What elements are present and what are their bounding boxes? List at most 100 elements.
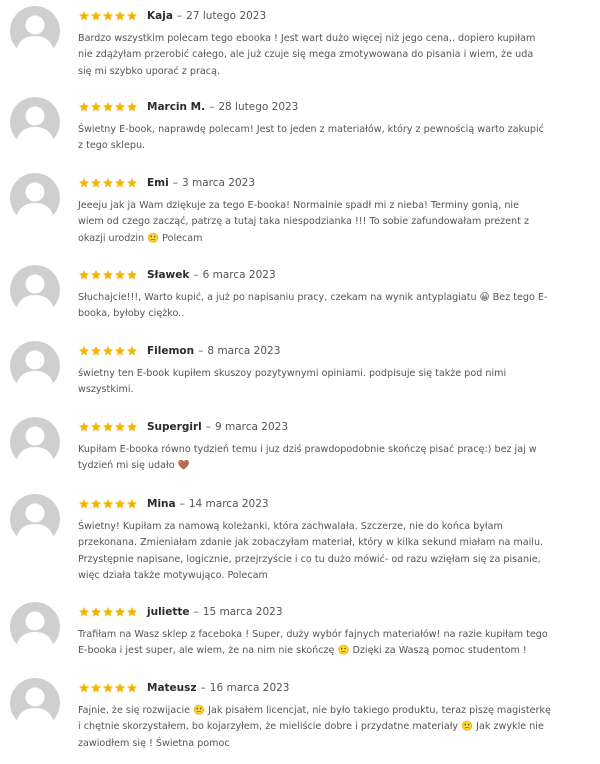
review-date: 14 marca 2023 [188, 498, 269, 510]
star-rating [78, 421, 138, 433]
review-meta: Filemon – 8 marca 2023 [78, 343, 280, 359]
star-icon [127, 499, 137, 509]
star-icon [115, 102, 125, 112]
avatar-placeholder-icon [10, 602, 60, 652]
review-text-line: tydzień mi się udało 🤎 [78, 460, 190, 472]
review-date: 28 lutego 2023 [218, 101, 299, 113]
review-author: Emi [147, 177, 169, 189]
review-meta: Supergirl – 9 marca 2023 [78, 419, 288, 435]
star-icon [127, 178, 137, 188]
star-icon [91, 102, 101, 112]
star-icon [115, 178, 125, 188]
star-icon [91, 422, 101, 432]
meta-separator: – [200, 682, 206, 694]
review-text-line: Świetny! Kupiłam za namową koleżanki, kt… [78, 521, 503, 532]
star-icon [103, 499, 113, 509]
review-text: Trafiłam na Wasz sklep z faceboka ! Supe… [78, 627, 578, 660]
review-text: świetny ten E-book kupiłem skuszoy pozyt… [78, 366, 578, 399]
star-icon [79, 499, 89, 509]
star-rating [78, 10, 138, 22]
review-author: Filemon [147, 345, 195, 357]
star-icon [79, 346, 89, 356]
star-icon [79, 683, 89, 693]
star-icon [103, 683, 113, 693]
star-icon [79, 270, 89, 280]
star-icon [127, 346, 137, 356]
star-icon [115, 499, 125, 509]
star-icon [115, 346, 125, 356]
review-text-line: wiem od czego zacząć, patrzę a tutaj tak… [78, 216, 529, 228]
review-date: 15 marca 2023 [202, 606, 283, 618]
avatar-placeholder-icon [10, 341, 60, 391]
review-author: Mateusz [147, 682, 197, 694]
meta-separator: – [205, 421, 211, 433]
star-icon [103, 346, 113, 356]
star-rating [78, 345, 138, 357]
star-icon [91, 178, 101, 188]
review-text-line: więc działa także motywująco. Polecam [78, 569, 268, 581]
star-icon [91, 499, 101, 509]
meta-separator: – [193, 269, 199, 281]
review-text-line: booka, byłoby ciężko.. [78, 308, 185, 320]
review-text-line: się mi szybko uporać z pracą. [78, 65, 220, 77]
meta-separator: – [179, 498, 185, 510]
star-rating [78, 606, 138, 618]
star-icon [127, 607, 137, 617]
star-icon [91, 607, 101, 617]
review-date: 9 marca 2023 [215, 421, 289, 433]
avatar-placeholder-icon [10, 265, 60, 315]
avatar-placeholder-icon [10, 173, 60, 223]
review-meta: Marcin M. – 28 lutego 2023 [78, 99, 298, 115]
meta-separator: – [176, 10, 183, 22]
star-icon [103, 422, 113, 432]
star-rating [78, 498, 138, 510]
star-icon [79, 11, 89, 21]
star-rating [78, 682, 138, 694]
review-text: Kupiłam E-booka równo tydzień temu i juz… [78, 442, 578, 475]
review-text: Bardzo wszystkim polecam tego ebooka ! J… [78, 31, 578, 80]
star-icon [127, 11, 137, 21]
review-text-line: nie zdążyłam przerobić całego, ale już c… [78, 49, 534, 61]
star-icon [127, 270, 137, 280]
star-icon [91, 270, 101, 280]
review-text: Słuchajcie!!!, Warto kupić, a już po nap… [78, 290, 578, 323]
review-author: Sławek [147, 269, 190, 281]
review-text-line: Trafiłam na Wasz sklep z faceboka ! Supe… [78, 629, 548, 640]
review-text-line: Jeeeju jak ja Wam dziękuje za tego E-boo… [78, 200, 519, 211]
star-icon [115, 607, 125, 617]
star-icon [103, 102, 113, 112]
star-icon [103, 607, 113, 617]
review-text-line: wszystkimi. [78, 384, 134, 396]
review-text: Jeeeju jak ja Wam dziękuje za tego E-boo… [78, 198, 578, 247]
avatar-placeholder-icon [10, 417, 60, 467]
star-icon [79, 178, 89, 188]
meta-separator: – [198, 345, 204, 357]
star-icon [79, 102, 89, 112]
star-icon [127, 683, 137, 693]
review-text-line: Fajnie, że się rozwijacie 🙂 Jak pisałem … [78, 705, 551, 716]
reviews-list: Kaja – 27 lutego 2023 Bardzo wszystkim p… [0, 0, 600, 764]
star-icon [115, 422, 125, 432]
review-text-line: Słuchajcie!!!, Warto kupić, a już po nap… [78, 292, 548, 303]
star-icon [91, 346, 101, 356]
review-author: Kaja [147, 10, 173, 22]
review-author: Supergirl [147, 421, 202, 433]
star-icon [115, 270, 125, 280]
review-author: Mina [147, 498, 176, 510]
review-date: 3 marca 2023 [181, 177, 256, 189]
star-icon [103, 11, 113, 21]
review-text: Świetny E-book, naprawdę polecam! Jest t… [78, 122, 578, 155]
meta-separator: – [193, 606, 199, 618]
review-author: Marcin M. [147, 101, 206, 113]
review-text-line: zawiodłem się ! Świetna pomoc [78, 737, 230, 749]
star-icon [79, 607, 89, 617]
review-date: 6 marca 2023 [202, 269, 276, 281]
star-icon [127, 102, 137, 112]
review-text: Fajnie, że się rozwijacie 🙂 Jak pisałem … [78, 703, 578, 752]
star-icon [91, 11, 101, 21]
review-meta: Sławek – 6 marca 2023 [78, 267, 276, 283]
review-text-line: z tego sklepu. [78, 140, 146, 152]
review-text-line: Bardzo wszystkim polecam tego ebooka ! J… [78, 33, 536, 44]
review-date: 16 marca 2023 [209, 682, 290, 694]
review-text-line: E-booka i jest super, ale wiem, że na ni… [78, 645, 527, 657]
